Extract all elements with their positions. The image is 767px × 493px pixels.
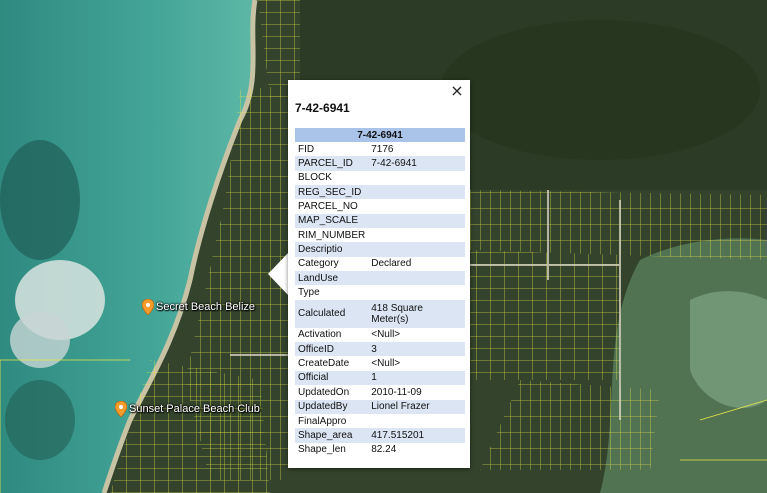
- table-row: MAP_SCALE: [295, 213, 465, 229]
- attribute-key: BLOCK: [298, 172, 332, 184]
- attribute-value: [368, 199, 465, 213]
- attribute-value: 1: [368, 370, 465, 386]
- attribute-key: CreateDate: [298, 358, 350, 370]
- table-row: Descriptio: [295, 242, 465, 257]
- attribute-key: FinalAppro: [298, 415, 347, 427]
- map-pin-icon[interactable]: [142, 299, 154, 315]
- attribute-value: 418 Square Meter(s): [368, 299, 465, 328]
- parcel-info-popup: × 7-42-6941 7-42-6941 FID 7176 PARCEL_ID 7-…: [288, 80, 470, 468]
- table-row: Shape_len 82.24: [295, 443, 465, 457]
- popup-title: 7-42-6941: [295, 101, 350, 115]
- table-row: Type: [295, 285, 465, 299]
- attribute-value: <Null>: [371, 329, 401, 341]
- attribute-value: [368, 242, 465, 257]
- attribute-value: 82.24: [371, 444, 397, 456]
- table-row: OfficeID 3: [295, 342, 465, 357]
- attribute-key: Activation: [298, 329, 342, 341]
- table-row: FID 7176: [295, 142, 465, 156]
- table-row: FinalAppro: [295, 414, 465, 428]
- attribute-value: [368, 285, 465, 299]
- attribute-key: Category: [298, 258, 339, 270]
- attribute-key: LandUse: [295, 271, 369, 286]
- attribute-value: Lionel Frazer: [368, 399, 465, 414]
- attribute-key: Calculated: [295, 299, 369, 328]
- table-row: Calculated 418 Square Meter(s): [295, 299, 465, 328]
- attribute-key: FID: [298, 143, 315, 155]
- attribute-key: Type: [298, 287, 320, 299]
- attribute-key: Official: [295, 370, 369, 386]
- table-row: REG_SEC_ID: [295, 185, 465, 200]
- attribute-value: [368, 414, 465, 428]
- attribute-key: PARCEL_NO: [298, 201, 358, 213]
- attribute-key: Descriptio: [295, 242, 369, 257]
- map-pin-icon[interactable]: [115, 401, 127, 417]
- marker-sunset-palace[interactable]: Sunset Palace Beach Club: [115, 401, 260, 417]
- attribute-value: 2010-11-09: [371, 386, 422, 398]
- attribute-value: 3: [368, 342, 465, 357]
- attribute-key: OfficeID: [295, 342, 369, 357]
- attribute-key: REG_SEC_ID: [295, 185, 369, 200]
- table-row: UpdatedBy Lionel Frazer: [295, 399, 465, 414]
- attribute-key: UpdatedOn: [298, 386, 350, 398]
- attribute-value: [368, 271, 465, 286]
- marker-label[interactable]: Sunset Palace Beach Club: [129, 403, 260, 415]
- popup-pointer: [268, 252, 289, 296]
- attribute-value: [368, 171, 465, 185]
- attribute-value: 7176: [371, 143, 394, 155]
- attribute-value: Declared: [371, 258, 412, 270]
- attribute-value: [368, 213, 465, 229]
- attribute-key: Shape_len: [298, 444, 346, 456]
- attribute-value: 7-42-6941: [368, 156, 465, 171]
- attribute-key: MAP_SCALE: [295, 213, 369, 229]
- table-row: RIM_NUMBER: [295, 228, 465, 242]
- table-row: Official 1: [295, 370, 465, 386]
- attribute-value: [368, 228, 465, 242]
- marker-secret-beach[interactable]: Secret Beach Belize: [142, 299, 255, 315]
- table-row: Shape_area 417.515201: [295, 428, 465, 443]
- table-row: PARCEL_NO: [295, 199, 465, 213]
- attribute-value: [368, 185, 465, 200]
- table-row: LandUse: [295, 271, 465, 286]
- table-row: Category Declared: [295, 257, 465, 271]
- attribute-key: UpdatedBy: [295, 399, 369, 414]
- attribute-value: 417.515201: [368, 428, 465, 443]
- table-row: CreateDate <Null>: [295, 356, 465, 370]
- table-row: BLOCK: [295, 171, 465, 185]
- close-icon[interactable]: ×: [449, 83, 465, 99]
- attribute-value: <Null>: [371, 358, 401, 370]
- table-row: Activation <Null>: [295, 328, 465, 342]
- marker-label[interactable]: Secret Beach Belize: [156, 301, 255, 313]
- table-header: 7-42-6941: [295, 128, 465, 142]
- table-row: UpdatedOn 2010-11-09: [295, 385, 465, 399]
- attribute-key: PARCEL_ID: [295, 156, 369, 171]
- attribute-key: RIM_NUMBER: [298, 229, 366, 241]
- attribute-key: Shape_area: [295, 428, 369, 443]
- table-row: PARCEL_ID 7-42-6941: [295, 156, 465, 171]
- attribute-table: 7-42-6941 FID 7176 PARCEL_ID 7-42-6941 BLOCK…: [295, 128, 465, 457]
